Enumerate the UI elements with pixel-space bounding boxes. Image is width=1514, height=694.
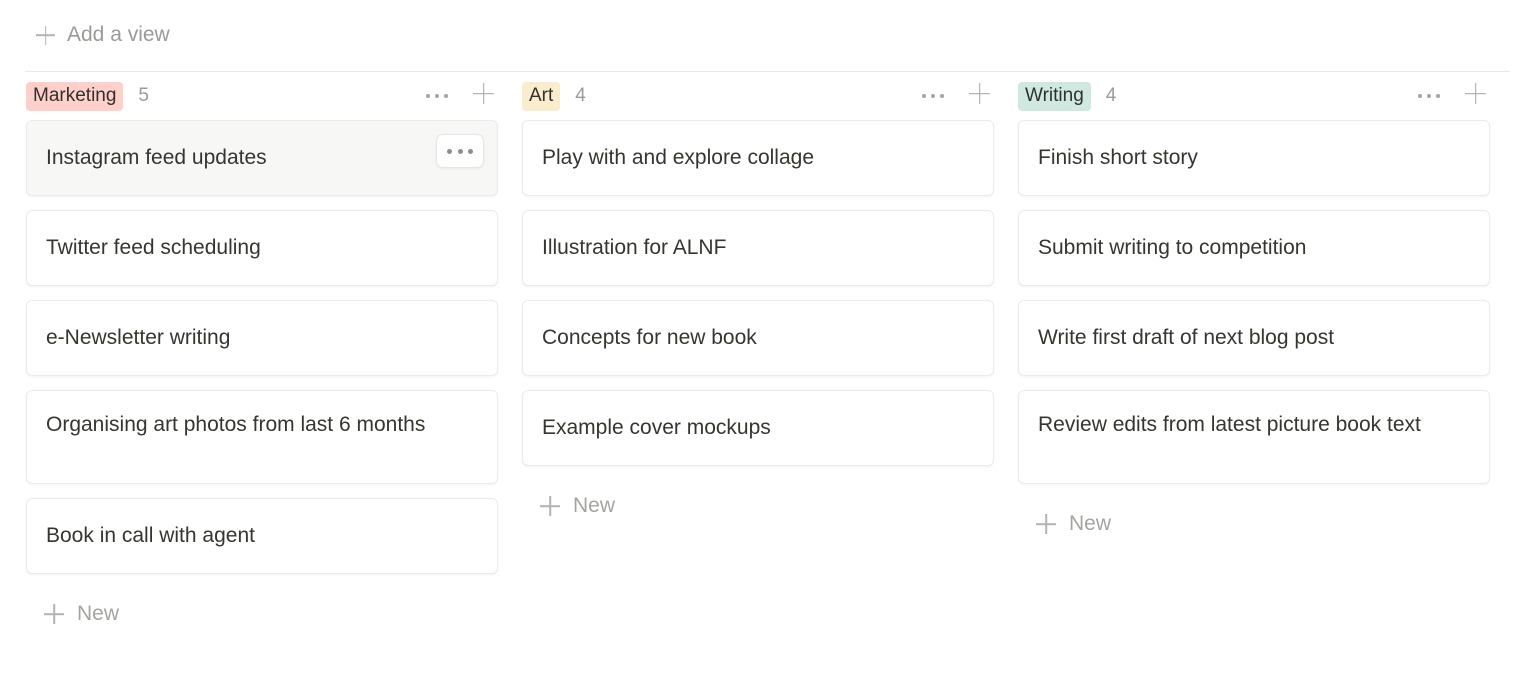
kanban-card[interactable]: Book in call with agent: [26, 498, 498, 574]
kanban-card[interactable]: Write first draft of next blog post: [1018, 300, 1490, 376]
column-header: Writing 4: [1018, 72, 1490, 120]
column-header: Marketing 5: [26, 72, 498, 120]
column-tag[interactable]: Writing: [1018, 81, 1091, 111]
column-header: Art 4: [522, 72, 994, 120]
column-tag[interactable]: Art: [522, 81, 561, 111]
card-title: Twitter feed scheduling: [46, 236, 261, 259]
new-card-button[interactable]: New: [1018, 502, 1113, 546]
card-title: Concepts for new book: [542, 326, 757, 349]
add-view-label: Add a view: [67, 23, 170, 46]
kanban-card[interactable]: Illustration for ALNF: [522, 210, 994, 286]
kanban-card[interactable]: Concepts for new book: [522, 300, 994, 376]
kanban-card[interactable]: Instagram feed updates: [26, 120, 498, 196]
kanban-card[interactable]: e-Newsletter writing: [26, 300, 498, 376]
new-card-label: New: [1069, 512, 1112, 535]
card-title: Example cover mockups: [542, 416, 771, 439]
column-add-card-button[interactable]: [969, 83, 990, 109]
kanban-column: Art 4 Play with and explore collage Illustr…: [522, 72, 994, 694]
new-card-button[interactable]: New: [26, 592, 121, 636]
plus-icon: [1465, 83, 1486, 104]
kanban-column: Writing 4 Finish short story Submit writing…: [1018, 72, 1490, 694]
card-title: Write first draft of next blog post: [1038, 326, 1335, 349]
column-count: 4: [1105, 85, 1117, 106]
card-menu-ellipsis-icon[interactable]: [436, 134, 484, 168]
plus-icon: [969, 83, 990, 104]
plus-icon: [473, 83, 494, 104]
card-list: Finish short story Submit writing to comp…: [1018, 120, 1490, 498]
kanban-card[interactable]: Finish short story: [1018, 120, 1490, 196]
new-card-label: New: [573, 494, 616, 517]
card-title: Play with and explore collage: [542, 146, 814, 169]
column-menu-ellipsis-icon[interactable]: [919, 90, 948, 103]
column-count: 5: [138, 85, 149, 106]
card-list: Play with and explore collage Illustratio…: [522, 120, 994, 480]
new-card-label: New: [77, 602, 120, 625]
kanban-card[interactable]: Play with and explore collage: [522, 120, 994, 196]
card-title: Submit writing to competition: [1038, 236, 1307, 259]
plus-icon: [44, 604, 64, 624]
column-tag[interactable]: Marketing: [26, 81, 124, 111]
kanban-card[interactable]: Twitter feed scheduling: [26, 210, 498, 286]
plus-icon: [540, 496, 560, 516]
kanban-card[interactable]: Organising art photos from last 6 months: [26, 390, 498, 484]
card-title: e-Newsletter writing: [46, 326, 231, 349]
kanban-card[interactable]: Example cover mockups: [522, 390, 994, 466]
new-card-button[interactable]: New: [522, 484, 617, 528]
add-view-button[interactable]: Add a view: [36, 23, 170, 47]
kanban-card[interactable]: Review edits from latest picture book te…: [1018, 390, 1490, 484]
column-count: 4: [575, 85, 586, 106]
card-title: Book in call with agent: [46, 524, 255, 547]
column-add-card-button[interactable]: [473, 83, 494, 109]
kanban-card[interactable]: Submit writing to competition: [1018, 210, 1490, 286]
plus-icon: [1036, 514, 1056, 534]
card-title: Organising art photos from last 6 months: [46, 413, 426, 436]
kanban-board: Marketing 5 Instagram feed updates Twitter …: [0, 72, 1514, 694]
plus-icon: [36, 26, 55, 45]
column-add-card-button[interactable]: [1465, 83, 1486, 109]
card-title: Illustration for ALNF: [542, 236, 727, 259]
column-menu-ellipsis-icon[interactable]: [1415, 90, 1444, 103]
column-menu-ellipsis-icon[interactable]: [423, 90, 452, 103]
kanban-column: Marketing 5 Instagram feed updates Twitter …: [26, 72, 498, 694]
card-title: Review edits from latest picture book te…: [1038, 413, 1421, 436]
card-title: Instagram feed updates: [46, 146, 267, 169]
card-title: Finish short story: [1038, 146, 1198, 169]
view-toolbar: Add a view: [0, 0, 1514, 70]
card-list: Instagram feed updates Twitter feed sched…: [26, 120, 498, 588]
